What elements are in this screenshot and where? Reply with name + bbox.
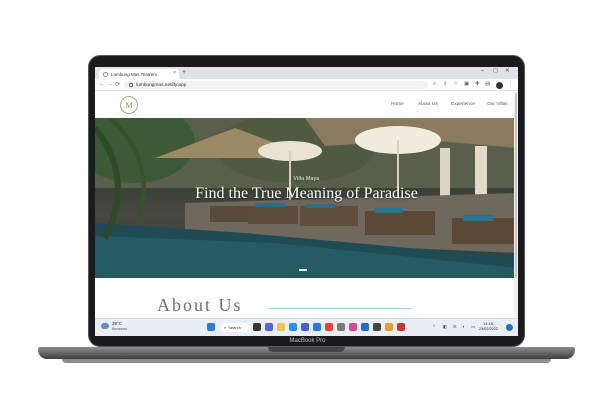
url-text: lumbungmas.netlify.app (136, 82, 187, 88)
terminal-icon[interactable] (373, 323, 381, 331)
hero-banner: Villa Maya Find the True Meaning of Para… (95, 118, 518, 278)
back-icon[interactable]: ← (99, 81, 105, 87)
section-title: About Us (157, 295, 243, 315)
settings-gear-icon[interactable] (337, 323, 345, 331)
pdf-icon[interactable] (397, 323, 405, 331)
volume-icon[interactable]: ◖ (462, 324, 465, 329)
laptop-brand-label: MacBook Pro (289, 338, 326, 344)
teams-icon[interactable] (301, 323, 309, 331)
task-view-icon[interactable] (253, 323, 261, 331)
menu-kebab-icon[interactable]: ⋮ (508, 81, 514, 87)
tab-title: Lumbung Mas Tentrem (111, 71, 157, 77)
reload-icon[interactable]: ⟳ (115, 81, 120, 88)
slider-dot-active[interactable] (299, 269, 307, 271)
site-favicon-icon (103, 71, 108, 77)
sidebar-icon[interactable]: ▤ (485, 81, 490, 87)
file-explorer-icon[interactable] (277, 323, 285, 331)
share-icon[interactable]: ⇪ (443, 81, 448, 87)
maximize-icon[interactable]: ▢ (493, 68, 498, 74)
taskbar-search-label: Search (228, 325, 241, 330)
forward-icon[interactable]: → (107, 81, 113, 87)
extensions-puzzle-icon[interactable]: ✚ (475, 81, 480, 87)
browser-toolbar: ← → ⟳ lumbungmas.netlify.app ⌕ ⇪ ☆ ▣ ✚ ▤… (95, 79, 518, 91)
app-icon[interactable] (349, 323, 357, 331)
minimize-icon[interactable]: – (481, 68, 484, 74)
notification-icon[interactable] (506, 324, 513, 331)
weather-cloud-icon[interactable] (101, 323, 109, 329)
chat-icon[interactable] (265, 323, 273, 331)
site-logo[interactable]: M (120, 96, 138, 114)
laptop-base-notch (268, 347, 345, 352)
windows-taskbar: 29°C Berawan ⌕ Search ^ ◧ ≋ ◖ ▭ 14.16 23… (95, 318, 518, 336)
start-menu-icon[interactable] (207, 323, 215, 331)
folder-icon[interactable] (385, 323, 393, 331)
wifi-icon[interactable]: ≋ (453, 324, 457, 330)
edge-browser-icon[interactable] (289, 323, 297, 331)
hero-slider-dots (299, 269, 307, 271)
address-bar[interactable]: lumbungmas.netlify.app (124, 81, 428, 89)
lock-icon (129, 83, 133, 87)
clock-date[interactable]: 23/02/2022 (479, 327, 498, 331)
store-icon[interactable] (313, 323, 321, 331)
section-divider (267, 308, 412, 309)
photo-stage: Lumbung Mas Tentrem × + – ▢ ✕ ← → ⟳ lumb… (0, 0, 612, 408)
clock-time[interactable]: 14.16 (483, 321, 493, 326)
browser-tab[interactable]: Lumbung Mas Tentrem × (99, 69, 179, 79)
bookmark-star-icon[interactable]: ☆ (453, 81, 458, 87)
chrome-icon[interactable] (325, 323, 333, 331)
tray-chevron-icon[interactable]: ^ (433, 324, 435, 329)
profile-avatar[interactable] (496, 82, 503, 89)
taskbar-search[interactable]: ⌕ Search (221, 323, 249, 332)
weather-temperature: 29°C (112, 321, 123, 326)
weather-description: Berawan (112, 327, 127, 331)
battery-icon[interactable]: ▭ (471, 324, 475, 330)
hero-kicker: Villa Maya (293, 176, 320, 182)
hero-title: Find the True Meaning of Paradise (195, 185, 418, 202)
scrollbar-thumb[interactable] (515, 93, 517, 278)
laptop-base-shadow (62, 359, 551, 363)
vscode-icon[interactable] (361, 323, 369, 331)
browser-tabstrip: Lumbung Mas Tentrem × + – ▢ ✕ (95, 67, 518, 79)
new-tab-button[interactable]: + (182, 69, 186, 77)
close-window-icon[interactable]: ✕ (505, 68, 510, 74)
site-header: M Home About Us Experience Our Villas (95, 92, 518, 118)
tab-close-icon[interactable]: × (173, 70, 176, 76)
nav-link-about[interactable]: About Us (418, 102, 438, 107)
search-icon: ⌕ (224, 325, 227, 330)
nav-link-villas[interactable]: Our Villas (487, 102, 508, 107)
extension-icon[interactable]: ▣ (464, 81, 469, 87)
tray-app-icon[interactable]: ◧ (443, 324, 447, 330)
nav-link-experience[interactable]: Experience (451, 102, 475, 107)
zoom-icon[interactable]: ⌕ (433, 81, 436, 88)
nav-link-home[interactable]: Home (391, 102, 404, 107)
about-section: About Us (95, 278, 518, 318)
laptop-screen: Lumbung Mas Tentrem × + – ▢ ✕ ← → ⟳ lumb… (95, 67, 518, 336)
